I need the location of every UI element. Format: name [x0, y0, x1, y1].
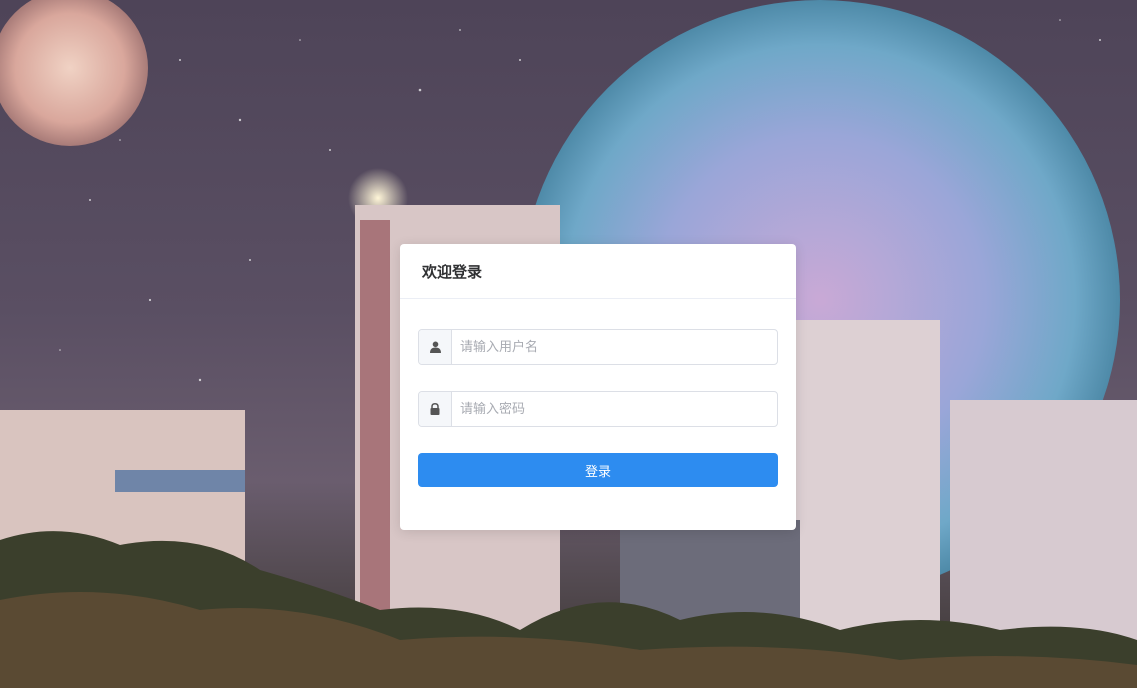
password-field-group — [418, 391, 778, 427]
user-icon — [419, 330, 452, 364]
login-button[interactable]: 登录 — [418, 453, 778, 487]
login-title: 欢迎登录 — [422, 262, 483, 281]
card-header: 欢迎登录 — [400, 244, 796, 299]
login-form: 登录 — [400, 299, 796, 487]
lock-icon — [419, 392, 452, 426]
login-card: 欢迎登录 登录 — [400, 244, 796, 530]
username-input[interactable] — [452, 330, 777, 364]
username-field-group — [418, 329, 778, 365]
password-input[interactable] — [452, 392, 777, 426]
